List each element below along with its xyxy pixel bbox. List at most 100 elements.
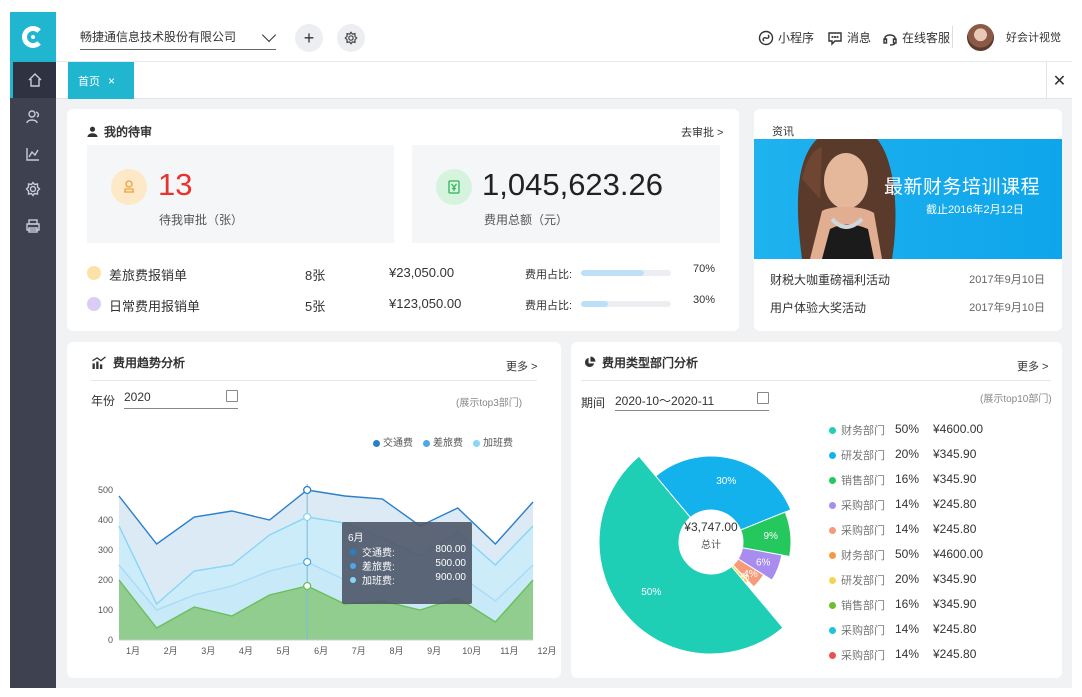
- dept-more-link[interactable]: 更多 >: [1017, 358, 1048, 374]
- topbar-divider: [952, 26, 953, 48]
- expense-row-travel[interactable]: 差旅费报销单 8张 ¥23,050.00 费用占比: 70%: [87, 261, 727, 285]
- pie-slice-label: 6%: [756, 557, 771, 568]
- dept-row[interactable]: 销售部门 16% ¥345.90: [829, 472, 1029, 492]
- settings-button[interactable]: [337, 24, 365, 52]
- dept-value: ¥4600.00: [933, 547, 984, 561]
- dept-row[interactable]: 采购部门 14% ¥245.80: [829, 522, 1029, 542]
- dept-pie-chart[interactable]: 30%9%6%4%1%50%: [591, 422, 831, 682]
- dept-value: ¥345.90: [933, 572, 977, 586]
- tooltip-row: 交通费: 800.00: [350, 544, 466, 559]
- company-select[interactable]: 畅捷通信息技术股份有限公司: [80, 27, 277, 50]
- tooltip-title: 6月: [348, 533, 364, 544]
- avatar[interactable]: [967, 24, 994, 51]
- dept-pct: 16%: [895, 472, 920, 486]
- period-underline: [615, 410, 769, 411]
- mini-program-link[interactable]: 小程序: [758, 29, 814, 46]
- banner-portrait-image: [797, 139, 896, 259]
- close-icon[interactable]: ×: [108, 74, 115, 88]
- news-item[interactable]: 财税大咖重磅福利活动 2017年9月10日: [770, 271, 1045, 288]
- period-picker[interactable]: 2020-10～2020-11: [615, 392, 769, 409]
- dept-row[interactable]: 财务部门 50% ¥4600.00: [829, 547, 1029, 567]
- dept-name: 销售部门: [841, 475, 885, 487]
- tooltip-label: 加班费:: [362, 576, 395, 587]
- line-chart-icon: [26, 148, 39, 161]
- dept-pct: 50%: [895, 422, 920, 436]
- dept-pct: 14%: [895, 497, 920, 511]
- expense-total-label: 费用总额（元）: [484, 213, 569, 227]
- chevron-down-icon: [261, 27, 277, 43]
- news-banner[interactable]: 最新财务培训课程 截止2016年2月12日: [754, 139, 1062, 259]
- sidebar: [10, 12, 56, 688]
- y-tick-label: 400: [98, 515, 113, 525]
- app-window: 畅捷通信息技术股份有限公司 + 小程序 消息 在线客服 好会计视觉 首页 × ✕: [10, 12, 1072, 688]
- x-tick-label: 10月: [462, 646, 481, 656]
- dept-dot: [829, 502, 836, 509]
- x-tick-label: 9月: [427, 646, 441, 656]
- progress-fill: [581, 301, 608, 307]
- trend-area-chart[interactable]: 0 100 200 300 400 500 1月 2月 3月 4月 5月 6月 7月 8月 9月 10月 11月…: [67, 342, 561, 678]
- dept-pct: 50%: [895, 547, 920, 561]
- pie-center-label: 总计: [701, 540, 721, 551]
- dept-name: 采购部门: [841, 650, 885, 662]
- tooltip-value: 800.00: [435, 544, 466, 555]
- sidebar-item-settings[interactable]: [10, 171, 56, 207]
- support-link[interactable]: 在线客服: [882, 29, 950, 46]
- expense-total: 1,045,623.26: [482, 167, 664, 202]
- gear-icon: [25, 181, 41, 197]
- hover-point: [303, 485, 312, 495]
- dept-row[interactable]: 采购部门 14% ¥245.80: [829, 497, 1029, 517]
- news-item-date: 2017年9月10日: [969, 302, 1045, 314]
- dept-dot: [829, 627, 836, 634]
- user-icon: [87, 126, 98, 137]
- dept-name: 销售部门: [841, 600, 885, 612]
- travel-icon: [87, 266, 101, 280]
- dept-list: 财务部门 50% ¥4600.00 研发部门 20% ¥345.90 销售部门 16% ¥345…: [829, 422, 1039, 672]
- dept-name: 研发部门: [841, 575, 885, 587]
- x-tick-label: 4月: [239, 646, 253, 656]
- dept-row[interactable]: 研发部门 20% ¥345.90: [829, 572, 1029, 592]
- add-button[interactable]: +: [295, 24, 323, 52]
- dept-value: ¥345.90: [933, 472, 977, 486]
- banner-title: 最新财务培训课程: [884, 177, 1041, 198]
- dept-value: ¥345.90: [933, 597, 977, 611]
- x-tick-label: 11月: [500, 646, 518, 656]
- close-all-tabs-button[interactable]: ✕: [1046, 62, 1072, 99]
- dept-dot: [829, 652, 836, 659]
- news-item[interactable]: 用户体验大奖活动 2017年9月10日: [770, 299, 1045, 316]
- dept-row[interactable]: 销售部门 16% ¥345.90: [829, 597, 1029, 617]
- dept-row[interactable]: 采购部门 14% ¥245.80: [829, 647, 1029, 667]
- x-tick-label: 3月: [201, 646, 215, 656]
- dept-value: ¥245.80: [933, 497, 977, 511]
- dept-dot: [829, 477, 836, 484]
- dept-row[interactable]: 采购部门 14% ¥245.80: [829, 622, 1029, 642]
- dept-name: 财务部门: [841, 550, 885, 562]
- tooltip-dot: [350, 577, 356, 583]
- expense-row-name: 差旅费报销单: [109, 268, 188, 283]
- dept-row[interactable]: 研发部门 20% ¥345.90: [829, 447, 1029, 467]
- pending-card: 我的待审 去审批 > 13 待我审批（张） 1,045,623.26 费用总额（…: [67, 109, 739, 331]
- tooltip-value: 900.00: [435, 572, 466, 583]
- expense-row-daily[interactable]: 日常费用报销单 5张 ¥123,050.00 费用占比: 30%: [87, 292, 727, 316]
- dept-dot: [829, 577, 836, 584]
- news-item-date: 2017年9月10日: [969, 274, 1045, 286]
- user-name[interactable]: 好会计视觉: [1006, 29, 1061, 45]
- dept-row[interactable]: 财务部门 50% ¥4600.00: [829, 422, 1029, 442]
- app-logo[interactable]: [10, 12, 56, 62]
- tab-home[interactable]: 首页 ×: [68, 62, 134, 99]
- dept-pct: 16%: [895, 597, 920, 611]
- expense-row-progress: [581, 270, 671, 276]
- sidebar-item-users[interactable]: [10, 99, 56, 135]
- trend-card: 费用趋势分析 更多 > 年份 2020 (展示top3部门) 交通费 差旅费 加…: [67, 342, 561, 678]
- hover-point: [303, 581, 312, 591]
- dept-pct: 20%: [895, 572, 920, 586]
- sidebar-item-home[interactable]: [10, 62, 56, 98]
- sidebar-item-charts[interactable]: [10, 136, 56, 172]
- pie-center-value: ¥3,747.00: [684, 520, 738, 534]
- messages-link[interactable]: 消息: [827, 29, 871, 46]
- dept-name: 采购部门: [841, 500, 885, 512]
- sidebar-item-print[interactable]: [10, 208, 56, 244]
- dept-dot: [829, 452, 836, 459]
- dept-title-text: 费用类型部门分析: [602, 356, 699, 370]
- go-approve-link[interactable]: 去审批 >: [681, 124, 723, 140]
- dept-pct: 14%: [895, 522, 920, 536]
